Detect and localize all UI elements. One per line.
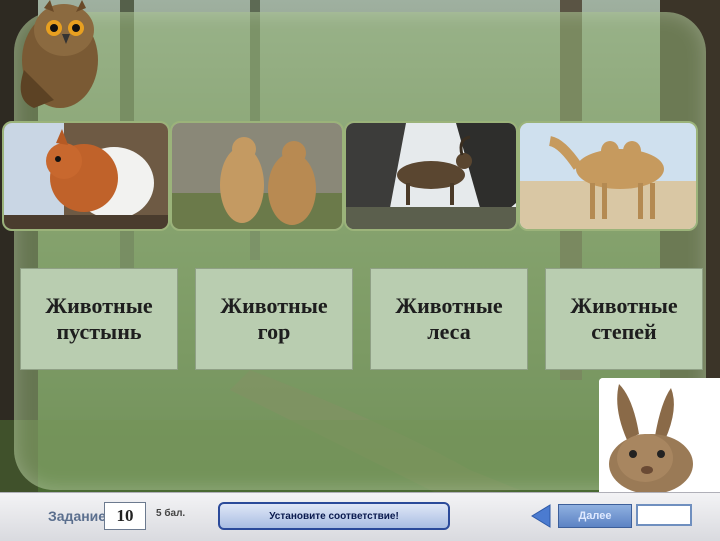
category-label: Животные степей — [570, 292, 678, 344]
category-desert[interactable]: Животные пустынь — [20, 268, 178, 370]
points-label: 5 бал. — [156, 508, 186, 519]
marmots-photo[interactable] — [170, 121, 344, 231]
task-label: Задание — [48, 508, 107, 524]
category-label: Животные пустынь — [45, 292, 153, 344]
owl-image — [20, 0, 98, 108]
category-steppe[interactable]: Животные степей — [545, 268, 703, 370]
squirrel-photo[interactable] — [2, 121, 170, 231]
hare-image[interactable] — [599, 378, 720, 492]
category-label: Животные леса — [395, 292, 503, 344]
back-arrow-icon[interactable] — [528, 503, 554, 529]
category-forest[interactable]: Животные леса — [370, 268, 528, 370]
next-button[interactable]: Далее — [558, 504, 632, 528]
instruction-button[interactable]: Установите соответствие! — [218, 502, 450, 530]
ibex-photo[interactable] — [344, 121, 518, 231]
category-label: Животные гор — [220, 292, 328, 344]
camel-photo[interactable] — [518, 121, 698, 231]
blank-button[interactable] — [636, 504, 692, 526]
task-number: 10 — [104, 502, 146, 530]
category-mountains[interactable]: Животные гор — [195, 268, 353, 370]
